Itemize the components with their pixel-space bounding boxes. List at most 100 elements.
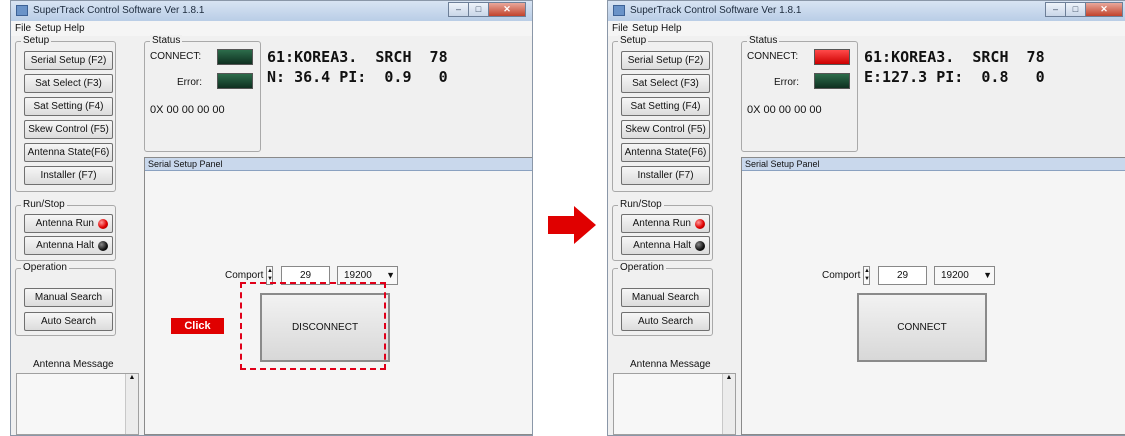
setup-group: Setup Serial Setup (F2) Sat Select (F3) … <box>15 35 116 192</box>
comport-stepper[interactable]: ▲ ▼ <box>863 266 870 285</box>
baud-value: 19200 <box>941 270 969 281</box>
antenna-run-label: Antenna Run <box>632 218 691 229</box>
sat-setting-button[interactable]: Sat Setting (F4) <box>24 97 113 116</box>
antenna-run-label: Antenna Run <box>35 218 94 229</box>
comport-label: Comport <box>225 270 264 281</box>
chevron-down-icon: ▼ <box>983 270 992 280</box>
display-line-2: N: 36.4 PI: 0.9 0 <box>267 68 448 86</box>
panel-title: Serial Setup Panel <box>742 158 1125 171</box>
message-scrollbar[interactable]: ▲ <box>125 374 138 434</box>
status-hex: 0X 00 00 00 00 <box>150 104 225 116</box>
antenna-message-label: Antenna Message <box>630 359 711 370</box>
manual-search-button[interactable]: Manual Search <box>621 288 710 307</box>
connect-button[interactable]: CONNECT <box>857 293 987 362</box>
antenna-halt-label: Antenna Halt <box>36 240 94 251</box>
serial-setup-button[interactable]: Serial Setup (F2) <box>24 51 113 70</box>
status-hex: 0X 00 00 00 00 <box>747 104 822 116</box>
antenna-message-box[interactable]: ▲ <box>16 373 139 435</box>
minimize-button[interactable]: – <box>448 2 468 17</box>
auto-search-button[interactable]: Auto Search <box>621 312 710 331</box>
sat-select-button[interactable]: Sat Select (F3) <box>621 74 710 93</box>
click-highlight-box <box>240 282 386 370</box>
antenna-message-label: Antenna Message <box>33 359 114 370</box>
antenna-message-box[interactable]: ▲ <box>613 373 736 435</box>
error-led <box>217 73 253 89</box>
run-indicator-icon <box>695 219 705 229</box>
arrow-right-icon <box>548 206 596 244</box>
runstop-group: Run/Stop Antenna Run Antenna Halt <box>612 199 713 261</box>
display-line-1: 61:KOREA3. SRCH 78 <box>864 48 1045 66</box>
message-scrollbar[interactable]: ▲ <box>722 374 735 434</box>
baud-select[interactable]: 19200 ▼ <box>934 266 995 285</box>
serial-setup-button[interactable]: Serial Setup (F2) <box>621 51 710 70</box>
runstop-group-label: Run/Stop <box>21 199 67 211</box>
window-title: SuperTrack Control Software Ver 1.8.1 <box>33 5 205 16</box>
sat-select-button[interactable]: Sat Select (F3) <box>24 74 113 93</box>
baud-value: 19200 <box>344 270 372 281</box>
status-group-label: Status <box>150 35 183 47</box>
app-icon <box>16 5 28 16</box>
operation-group-label: Operation <box>618 262 666 274</box>
skew-control-button[interactable]: Skew Control (F5) <box>621 120 710 139</box>
status-group: Status CONNECT: Error: 0X 00 00 00 00 <box>144 35 261 152</box>
window-title: SuperTrack Control Software Ver 1.8.1 <box>630 5 802 16</box>
halt-indicator-icon <box>98 241 108 251</box>
app-icon <box>613 5 625 16</box>
connect-label: CONNECT: <box>747 51 799 62</box>
panel-title: Serial Setup Panel <box>145 158 532 171</box>
runstop-group: Run/Stop Antenna Run Antenna Halt <box>15 199 116 261</box>
comport-label: Comport <box>822 270 861 281</box>
menu-bar: File Setup Help <box>11 21 532 36</box>
operation-group: Operation Manual Search Auto Search <box>15 262 116 336</box>
menu-file[interactable]: File <box>612 23 628 34</box>
menu-bar: File Setup Help <box>608 21 1125 36</box>
display-line-2: E:127.3 PI: 0.8 0 <box>864 68 1045 86</box>
setup-group: Setup Serial Setup (F2) Sat Select (F3) … <box>612 35 713 192</box>
menu-file[interactable]: File <box>15 23 31 34</box>
maximize-button[interactable]: □ <box>468 2 488 17</box>
status-display: 61:KOREA3. SRCH 78 N: 36.4 PI: 0.9 0 <box>263 41 531 93</box>
installer-button[interactable]: Installer (F7) <box>621 166 710 185</box>
title-bar: SuperTrack Control Software Ver 1.8.1 – … <box>11 1 532 22</box>
run-indicator-icon <box>98 219 108 229</box>
menu-setup[interactable]: Setup <box>632 23 658 34</box>
maximize-button[interactable]: □ <box>1065 2 1085 17</box>
close-button[interactable]: ✕ <box>1085 2 1123 17</box>
connect-led <box>217 49 253 65</box>
screenshot-after: SuperTrack Control Software Ver 1.8.1 – … <box>607 0 1125 436</box>
minimize-button[interactable]: – <box>1045 2 1065 17</box>
close-button[interactable]: ✕ <box>488 2 526 17</box>
runstop-group-label: Run/Stop <box>618 199 664 211</box>
screenshot-before: SuperTrack Control Software Ver 1.8.1 – … <box>10 0 533 436</box>
operation-group: Operation Manual Search Auto Search <box>612 262 713 336</box>
comport-field[interactable]: 29 <box>878 266 927 285</box>
antenna-run-button[interactable]: Antenna Run <box>24 214 113 233</box>
operation-group-label: Operation <box>21 262 69 274</box>
status-display: 61:KOREA3. SRCH 78 E:127.3 PI: 0.8 0 <box>860 41 1125 93</box>
antenna-state-button[interactable]: Antenna State(F6) <box>24 143 113 162</box>
error-label: Error: <box>774 77 799 88</box>
click-annotation: Click <box>171 318 224 334</box>
manual-search-button[interactable]: Manual Search <box>24 288 113 307</box>
installer-button[interactable]: Installer (F7) <box>24 166 113 185</box>
connect-label: CONNECT: <box>150 51 202 62</box>
status-group: Status CONNECT: Error: 0X 00 00 00 00 <box>741 35 858 152</box>
connect-led <box>814 49 850 65</box>
setup-group-label: Setup <box>21 35 52 47</box>
menu-help[interactable]: Help <box>64 23 85 34</box>
antenna-run-button[interactable]: Antenna Run <box>621 214 710 233</box>
antenna-halt-button[interactable]: Antenna Halt <box>24 236 113 255</box>
chevron-down-icon: ▼ <box>386 270 395 280</box>
auto-search-button[interactable]: Auto Search <box>24 312 113 331</box>
menu-help[interactable]: Help <box>661 23 682 34</box>
error-label: Error: <box>177 77 202 88</box>
antenna-state-button[interactable]: Antenna State(F6) <box>621 143 710 162</box>
antenna-halt-button[interactable]: Antenna Halt <box>621 236 710 255</box>
error-led <box>814 73 850 89</box>
title-bar: SuperTrack Control Software Ver 1.8.1 – … <box>608 1 1125 22</box>
menu-setup[interactable]: Setup <box>35 23 61 34</box>
sat-setting-button[interactable]: Sat Setting (F4) <box>621 97 710 116</box>
skew-control-button[interactable]: Skew Control (F5) <box>24 120 113 139</box>
halt-indicator-icon <box>695 241 705 251</box>
display-line-1: 61:KOREA3. SRCH 78 <box>267 48 448 66</box>
